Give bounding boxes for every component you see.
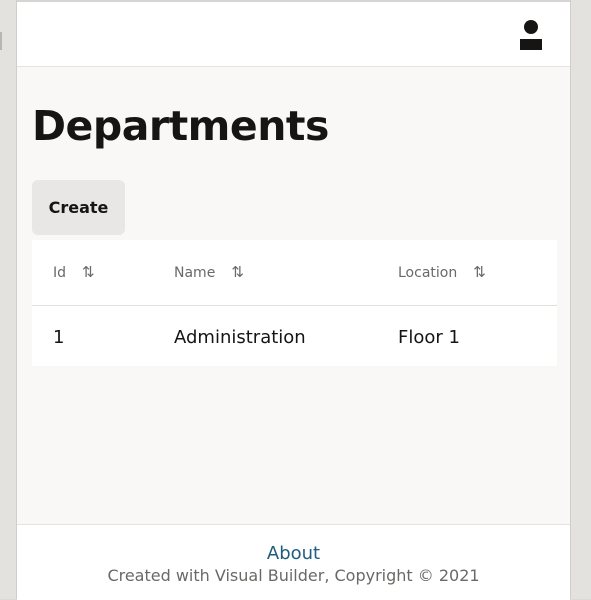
- avatar-head: [524, 20, 538, 34]
- column-header-label: Id: [53, 265, 67, 281]
- avatar-body: [520, 39, 542, 50]
- sort-icon[interactable]: ⇅: [473, 240, 486, 305]
- page-title: Departments: [32, 102, 329, 150]
- page-footer: About Created with Visual Builder, Copyr…: [17, 524, 570, 600]
- user-avatar-icon[interactable]: [518, 20, 544, 52]
- departments-table: Id ⇅ Name ⇅ Location ⇅ 1 Administration Flo…: [32, 240, 557, 366]
- table-header: Id ⇅ Name ⇅ Location ⇅: [32, 240, 557, 306]
- about-link[interactable]: About: [17, 543, 570, 564]
- app-frame: Departments Create Id ⇅ Name ⇅ Location ⇅ 1…: [16, 0, 571, 600]
- copyright-text: Created with Visual Builder, Copyright ©…: [107, 566, 480, 585]
- window-edge-mark: [0, 32, 2, 50]
- column-header-location[interactable]: Location ⇅: [398, 240, 486, 305]
- cell-id: 1: [53, 327, 65, 348]
- cell-name: Administration: [174, 327, 306, 348]
- sort-icon[interactable]: ⇅: [231, 240, 244, 305]
- sort-icon[interactable]: ⇅: [82, 240, 95, 305]
- column-header-name[interactable]: Name ⇅: [174, 240, 244, 305]
- left-edge: [0, 0, 16, 599]
- column-header-id[interactable]: Id ⇅: [53, 240, 95, 305]
- column-header-label: Location: [398, 265, 458, 281]
- app-header: [17, 0, 570, 67]
- right-edge: [571, 0, 591, 599]
- create-button[interactable]: Create: [32, 180, 125, 235]
- table-row[interactable]: 1 Administration Floor 1: [32, 306, 557, 366]
- cell-location: Floor 1: [398, 327, 460, 348]
- column-header-label: Name: [174, 265, 216, 281]
